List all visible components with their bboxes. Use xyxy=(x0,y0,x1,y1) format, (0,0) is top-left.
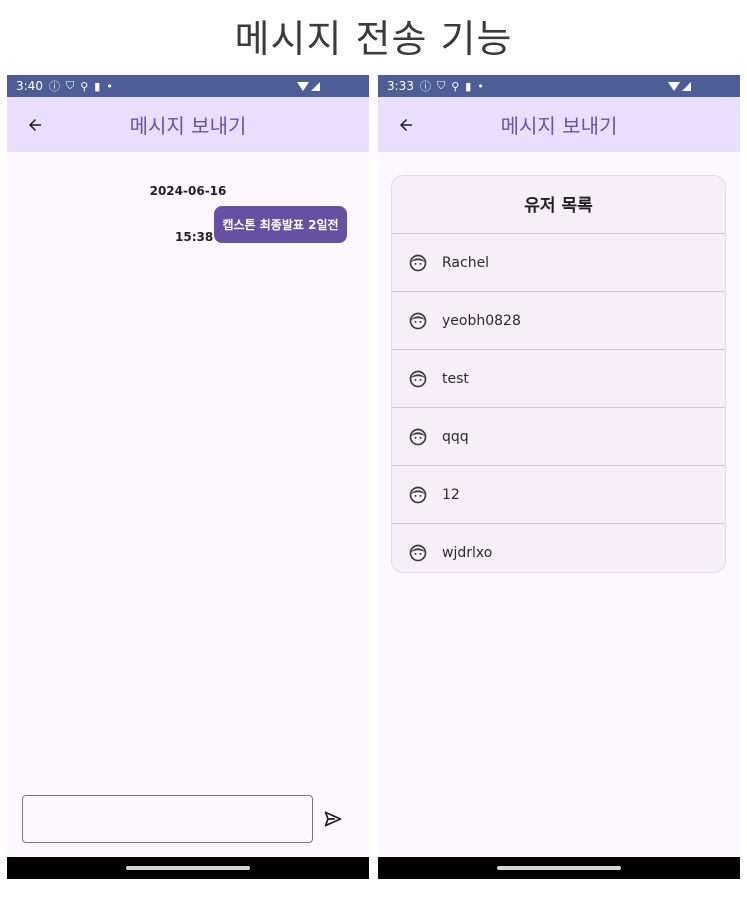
face-icon xyxy=(409,428,427,445)
message-time: 15:38 xyxy=(175,230,214,244)
face-icon xyxy=(409,254,427,271)
status-bar: 3:33 ⓘ ⛉ ⚲ ▮ • xyxy=(378,75,740,97)
face-icon xyxy=(409,544,427,562)
user-name: test xyxy=(442,370,469,387)
sd-card-icon: ▮ xyxy=(465,79,472,93)
app-bar: 메시지 보내기 xyxy=(378,97,740,152)
user-list-title: 유저 목록 xyxy=(392,176,725,234)
message-bubble: 캡스톤 최종발표 2일전 xyxy=(214,206,347,243)
user-list-item[interactable]: wjdrlxo xyxy=(392,524,725,572)
info-icon: ⓘ xyxy=(48,80,60,93)
face-icon xyxy=(409,312,427,329)
chat-date: 2024-06-16 xyxy=(149,184,227,198)
signal-icon xyxy=(682,81,691,91)
page-title: 메시지 전송 기능 xyxy=(234,17,513,61)
user-name: wjdrlxo xyxy=(442,545,493,561)
user-name: Rachel xyxy=(442,254,490,271)
status-bar: 3:40 ⓘ ⛉ ⚲ ▮ • xyxy=(7,75,369,97)
arrow-back-icon xyxy=(29,119,41,131)
user-list-item[interactable]: yeobh0828 xyxy=(392,292,725,350)
wifi-icon xyxy=(668,81,680,91)
user-list-item[interactable]: qqq xyxy=(392,408,725,466)
shield-icon: ⛉ xyxy=(65,79,75,92)
status-icons: ⓘ ⛉ ⚲ ▮ • xyxy=(49,78,113,94)
usb-icon: ⚲ xyxy=(80,79,89,93)
user-list-item[interactable]: 12 xyxy=(392,466,725,524)
signal-icon xyxy=(311,81,320,91)
user-name: qqq xyxy=(442,428,469,445)
dot-icon: • xyxy=(106,79,113,93)
send-icon xyxy=(324,811,342,827)
status-right xyxy=(297,81,320,91)
sd-card-icon: ▮ xyxy=(94,79,101,93)
shield-icon: ⛉ xyxy=(436,79,446,92)
info-icon: ⓘ xyxy=(419,80,431,93)
navigation-bar xyxy=(378,857,740,879)
app-bar: 메시지 보내기 xyxy=(7,97,369,152)
usb-icon: ⚲ xyxy=(451,79,460,93)
face-icon xyxy=(409,486,427,503)
message-input[interactable] xyxy=(22,795,313,843)
status-time: 3:33 xyxy=(387,79,414,93)
user-list-item[interactable]: Rachel xyxy=(392,234,725,292)
status-time: 3:40 xyxy=(16,79,43,93)
home-handle[interactable] xyxy=(126,866,250,870)
page: 메시지 전송 기능 3:40 ⓘ ⛉ ⚲ ▮ • 메시지 보내기 2024-06… xyxy=(0,0,747,907)
app-bar-title: 메시지 보내기 xyxy=(500,114,618,138)
chat-screen: 3:40 ⓘ ⛉ ⚲ ▮ • 메시지 보내기 2024-06-16 캡스톤 최종 xyxy=(7,75,369,879)
face-icon xyxy=(409,370,427,387)
back-button[interactable] xyxy=(392,111,420,139)
dot-icon: • xyxy=(477,79,484,93)
wifi-icon xyxy=(297,81,309,91)
user-name: yeobh0828 xyxy=(442,312,521,329)
user-list-card: 유저 목록 Rachel yeobh0828 test qqq 12 wjdrl… xyxy=(391,175,726,573)
arrow-back-icon xyxy=(400,119,412,131)
status-right xyxy=(668,81,691,91)
user-list-item[interactable]: test xyxy=(392,350,725,408)
navigation-bar xyxy=(7,857,369,879)
status-icons: ⓘ ⛉ ⚲ ▮ • xyxy=(420,78,484,94)
home-handle[interactable] xyxy=(497,866,621,870)
app-bar-title: 메시지 보내기 xyxy=(129,114,247,138)
user-name: 12 xyxy=(442,486,460,503)
send-button[interactable] xyxy=(321,807,345,831)
back-button[interactable] xyxy=(21,111,49,139)
user-list-screen: 3:33 ⓘ ⛉ ⚲ ▮ • 메시지 보내기 유저 목록 Rachel yeob… xyxy=(378,75,740,879)
